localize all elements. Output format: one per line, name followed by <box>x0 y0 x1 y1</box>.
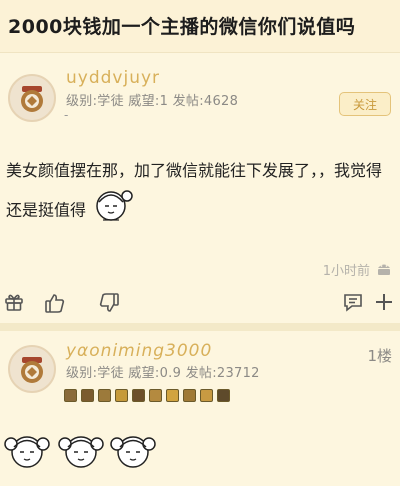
badge-icon <box>183 389 196 402</box>
sticker-icon <box>91 186 135 236</box>
username[interactable]: uyddvjuyr <box>66 68 160 88</box>
android-icon <box>376 261 392 280</box>
badge-icon <box>64 389 77 402</box>
sticker-icon <box>108 430 158 478</box>
comment-icon[interactable] <box>343 292 363 316</box>
username[interactable]: yαoniming3000 <box>66 341 212 361</box>
avatar[interactable] <box>8 345 56 393</box>
post-content: 美女颜值摆在那，加了微信就能往下发展了，，我觉得还是挺值得 <box>6 156 396 236</box>
sticker-icon <box>2 430 52 478</box>
user-sub-meta: - <box>64 108 69 122</box>
badge-icon <box>115 389 128 402</box>
post-reply: yαoniming3000 级别:学徒 威望:0.9 发帖:23712 1楼 <box>0 331 400 486</box>
gift-icon[interactable] <box>4 292 24 316</box>
reply-content <box>0 426 400 486</box>
sticker-icon <box>56 430 106 478</box>
thread-title-bar: 2000块钱加一个主播的微信你们说值吗 <box>0 0 400 53</box>
thumbs-down-icon[interactable] <box>98 292 120 318</box>
divider <box>0 323 400 331</box>
badge-icon <box>217 389 230 402</box>
badge-icon <box>98 389 111 402</box>
thumbs-up-icon[interactable] <box>44 292 66 318</box>
post-text: 美女颜值摆在那，加了微信就能往下发展了，，我觉得还是挺值得 <box>6 161 383 220</box>
floor-number: 1楼 <box>367 347 392 365</box>
badge-icon <box>200 389 213 402</box>
user-meta: 级别:学徒 威望:1 发帖:4628 <box>66 94 239 109</box>
avatar[interactable] <box>8 74 56 122</box>
badge-icon <box>81 389 94 402</box>
post-action-bar <box>0 288 400 322</box>
post-time: 1小时前 <box>322 264 370 279</box>
plus-icon[interactable] <box>374 292 394 316</box>
badge-icon <box>132 389 145 402</box>
thread-title: 2000块钱加一个主播的微信你们说值吗 <box>8 16 356 38</box>
user-meta: 级别:学徒 威望:0.9 发帖:23712 <box>66 366 260 381</box>
follow-button[interactable]: 关注 <box>339 92 391 116</box>
badge-icon <box>166 389 179 402</box>
post-main: uyddvjuyr 级别:学徒 威望:1 发帖:4628 - 关注 美女颜值摆在… <box>0 60 400 323</box>
badge-icon <box>149 389 162 402</box>
